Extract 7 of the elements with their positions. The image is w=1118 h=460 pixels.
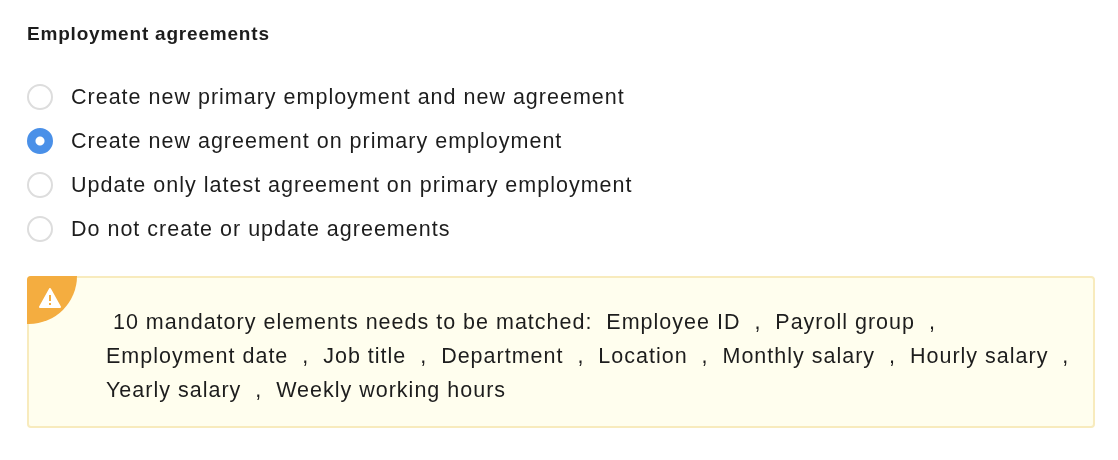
radio-button[interactable] [27, 128, 53, 154]
radio-option[interactable]: Create new agreement on primary employment [27, 128, 1095, 154]
radio-option[interactable]: Update only latest agreement on primary employment [27, 172, 1095, 198]
section-title: Employment agreements [27, 22, 271, 46]
radio-option[interactable]: Create new primary employment and new agreement [27, 84, 1095, 110]
radio-option[interactable]: Do not create or update agreements [27, 216, 1095, 242]
warning-message: 10 mandatory elements needs to be matched: Employee ID , Payroll group , Employment date , Job title , Department , Location , Monthly salary , Hourly salary , Yearly salary , Weekly working hours [106, 309, 1071, 404]
